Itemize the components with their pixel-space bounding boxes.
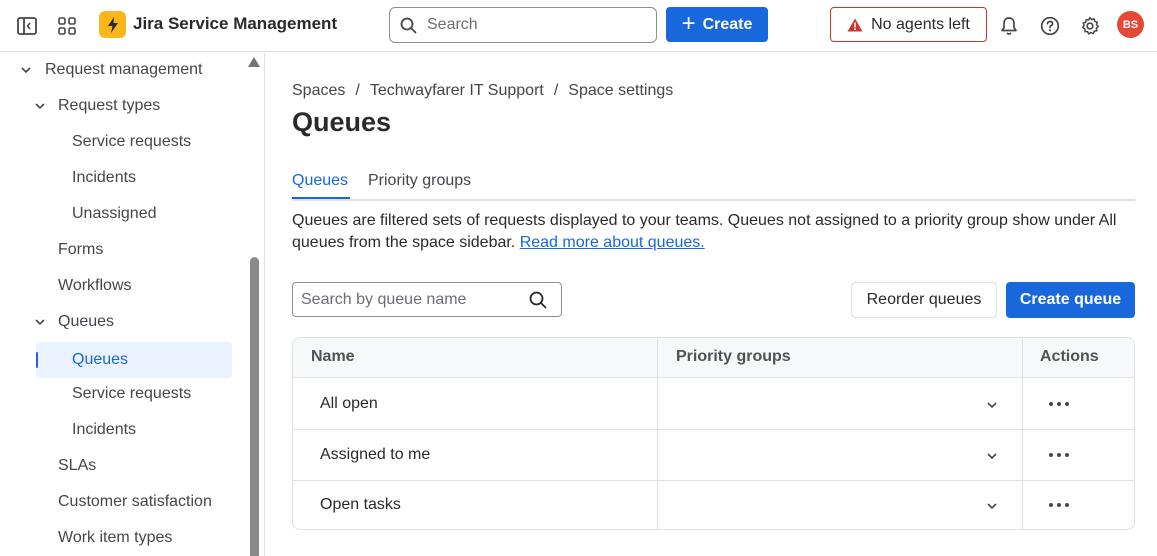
sidebar-item-slas[interactable]: SLAs <box>34 448 245 484</box>
sidebar-item-forms[interactable]: Forms <box>34 232 245 268</box>
sidebar-item-unassigned[interactable]: Unassigned <box>36 196 232 232</box>
jsm-logo-icon[interactable] <box>99 11 126 38</box>
reorder-queues-button[interactable]: Reorder queues <box>851 282 997 318</box>
search-icon <box>400 17 417 33</box>
more-actions-icon[interactable] <box>1043 444 1075 466</box>
sidebar-item-label: Workflows <box>58 277 132 294</box>
sidebar-item-label: Forms <box>58 241 104 258</box>
breadcrumb-separator: / <box>553 82 559 99</box>
sidebar-item-customer-satisfaction[interactable]: Customer satisfaction <box>34 484 245 520</box>
more-actions-icon[interactable] <box>1043 393 1075 415</box>
sidebar-item-label: Incidents <box>72 421 137 438</box>
priority-group-select[interactable] <box>657 480 1022 529</box>
sidebar-item-request-types[interactable]: Request types <box>34 88 245 124</box>
sidebar-item-queue-incidents[interactable]: Incidents <box>36 412 232 448</box>
sidebar-item-label: SLAs <box>58 457 97 474</box>
table-row: All open <box>293 379 1134 430</box>
scroll-up-arrow[interactable] <box>248 57 260 67</box>
sidebar-item-queue-service-requests[interactable]: Service requests <box>36 376 232 412</box>
breadcrumb-space-name[interactable]: Techwayfarer IT Support <box>370 82 544 100</box>
sidebar-item-label: Queues <box>72 351 129 368</box>
breadcrumb-spaces[interactable]: Spaces <box>292 82 345 100</box>
app-switcher-icon[interactable] <box>51 10 83 42</box>
column-header-actions: Actions <box>1040 348 1099 365</box>
sidebar-item-label: Request types <box>58 97 161 114</box>
read-more-link[interactable]: Read more about queues. <box>520 234 705 251</box>
selected-indicator <box>36 352 38 368</box>
queues-description: Queues are filtered sets of requests dis… <box>292 210 1135 254</box>
create-queue-button[interactable]: Create queue <box>1006 282 1135 318</box>
table-header: Name Priority groups Actions <box>293 338 1134 378</box>
column-header-priority-groups: Priority groups <box>676 348 791 365</box>
user-avatar[interactable]: BS <box>1117 11 1144 38</box>
breadcrumb: Spaces / Techwayfarer IT Support / Space… <box>292 82 673 100</box>
queue-name: Assigned to me <box>320 446 431 463</box>
create-label: Create <box>702 15 753 33</box>
active-tab-indicator <box>292 197 350 199</box>
search-icon <box>529 291 547 309</box>
sidebar-toggle-icon[interactable] <box>11 10 43 42</box>
sidebar-item-label: Request management <box>45 61 203 78</box>
chevron-down-icon <box>35 319 45 326</box>
tab-priority-groups[interactable]: Priority groups <box>368 172 471 190</box>
sidebar-item-label: Unassigned <box>72 205 157 222</box>
queue-search-input[interactable]: Search by queue name <box>292 282 562 317</box>
product-name[interactable]: Jira Service Management <box>133 14 337 34</box>
tab-list: Queues Priority groups <box>292 168 1135 201</box>
queue-name: Open tasks <box>320 496 401 513</box>
sidebar-item-label: Service requests <box>72 385 192 402</box>
chevron-down-icon <box>35 103 45 110</box>
sidebar-item-label: Incidents <box>72 169 137 186</box>
global-search-input[interactable]: Search <box>389 7 657 43</box>
sidebar-item-queues-group[interactable]: Queues <box>34 304 245 340</box>
chevron-down-icon <box>987 503 997 510</box>
more-actions-icon[interactable] <box>1043 494 1075 516</box>
table-row: Open tasks <box>293 480 1134 529</box>
sidebar-item-incidents[interactable]: Incidents <box>36 160 232 196</box>
sidebar-item-queues[interactable]: Queues <box>36 342 232 378</box>
table-row: Assigned to me <box>293 430 1134 481</box>
sidebar-item-work-item-types[interactable]: Work item types <box>34 520 245 556</box>
sidebar-scrollbar-thumb[interactable] <box>250 257 259 556</box>
priority-group-select[interactable] <box>657 430 1022 480</box>
sidebar-item-workflows[interactable]: Workflows <box>34 268 245 304</box>
chevron-down-icon <box>21 67 31 74</box>
chevron-down-icon <box>987 453 997 460</box>
page-title: Queues <box>292 107 392 137</box>
sidebar-item-request-management[interactable]: Request management <box>20 53 245 88</box>
chevron-down-icon <box>987 402 997 409</box>
warning-icon <box>847 18 863 31</box>
sidebar-item-service-requests[interactable]: Service requests <box>36 124 232 160</box>
notifications-bell-icon[interactable] <box>993 10 1025 42</box>
queue-search-placeholder: Search by queue name <box>301 290 467 308</box>
sidebar-item-label: Work item types <box>58 529 173 546</box>
sidebar-item-label: Queues <box>58 313 115 330</box>
breadcrumb-separator: / <box>355 82 360 99</box>
column-header-name[interactable]: Name <box>311 348 355 366</box>
tab-queues[interactable]: Queues <box>292 172 348 190</box>
queue-name: All open <box>320 395 378 412</box>
top-navigation: Jira Service Management Search + Create … <box>0 0 1157 52</box>
search-placeholder: Search <box>427 16 478 33</box>
help-icon[interactable] <box>1034 10 1066 42</box>
priority-group-select[interactable] <box>657 379 1022 429</box>
column-divider <box>657 338 658 529</box>
agents-label: No agents left <box>871 15 970 33</box>
settings-gear-icon[interactable] <box>1074 10 1106 42</box>
plus-icon: + <box>681 9 696 37</box>
breadcrumb-space-settings[interactable]: Space settings <box>568 82 673 100</box>
column-divider <box>1022 338 1023 529</box>
create-button[interactable]: + Create <box>666 7 768 42</box>
queues-table: Name Priority groups Actions All open As… <box>292 337 1135 530</box>
sidebar-item-label: Customer satisfaction <box>58 493 212 510</box>
settings-sidebar: Request management Request types Service… <box>0 53 265 556</box>
no-agents-left-button[interactable]: No agents left <box>830 7 987 42</box>
sidebar-item-label: Service requests <box>72 133 192 150</box>
